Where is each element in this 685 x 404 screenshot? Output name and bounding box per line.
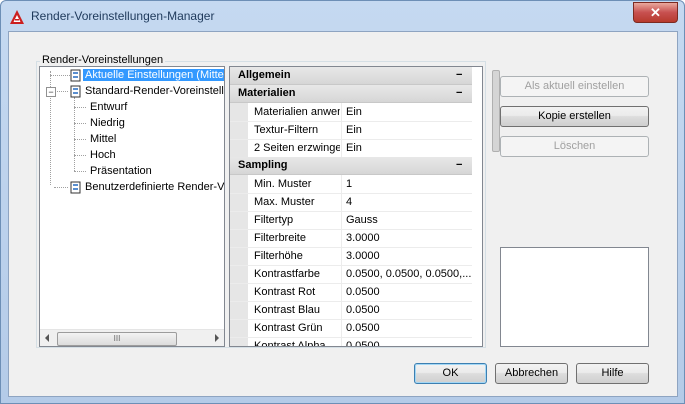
scroll-thumb[interactable]: III: [57, 332, 177, 346]
collapse-icon[interactable]: −: [456, 157, 462, 174]
tree-item-label: Aktuelle Einstellungen (Mittel): [83, 69, 224, 81]
tree-item-draft[interactable]: Entwurf: [88, 99, 129, 115]
title-bar[interactable]: Render-Voreinstellungen-Manager ✕: [1, 1, 684, 31]
dialog-client-area: Render-Voreinstellungen Aktuelle Einstel…: [8, 31, 678, 397]
dialog-window: Render-Voreinstellungen-Manager ✕ Render…: [0, 0, 685, 404]
property-row[interactable]: Kontrast Rot 0.0500: [230, 283, 472, 302]
preset-preview: [500, 247, 649, 347]
tree-connector: [74, 139, 86, 140]
tree-horizontal-scrollbar[interactable]: III: [40, 329, 224, 346]
tree-item-label: Benutzerdefinierte Render-Voreinstellung…: [85, 181, 224, 193]
property-grid[interactable]: Allgemein − Materialien − Materialien an…: [229, 66, 483, 347]
render-preset-icon: [70, 85, 81, 98]
window-title: Render-Voreinstellungen-Manager: [31, 9, 215, 23]
tree-item-standard-presets[interactable]: Standard-Render-Voreinstellungen: [70, 83, 224, 99]
property-row[interactable]: Kontrast Blau 0.0500: [230, 301, 472, 320]
category-sampling[interactable]: Sampling −: [230, 157, 472, 175]
scroll-thumb[interactable]: [492, 70, 500, 152]
tree-item-label: Standard-Render-Voreinstellungen: [85, 85, 224, 97]
property-row[interactable]: Textur-Filtern Ein: [230, 121, 472, 140]
property-row[interactable]: Kontrastfarbe 0.0500, 0.0500, 0.0500,...: [230, 265, 472, 284]
tree-item-presentation[interactable]: Präsentation: [88, 163, 154, 179]
tree-connector: [74, 171, 86, 172]
scroll-left-icon[interactable]: [45, 334, 49, 342]
property-row[interactable]: Filterbreite 3.0000: [230, 229, 472, 248]
close-button[interactable]: ✕: [633, 2, 678, 23]
tree-item-low[interactable]: Niedrig: [88, 115, 127, 131]
tree-item-high[interactable]: Hoch: [88, 147, 118, 163]
property-row[interactable]: Filtertyp Gauss: [230, 211, 472, 230]
tree-expander-minus[interactable]: −: [46, 87, 56, 97]
category-materials[interactable]: Materialien −: [230, 85, 472, 103]
presets-group-label: Render-Voreinstellungen: [40, 54, 166, 66]
tree-connector: [54, 187, 68, 188]
close-icon: ✕: [650, 5, 661, 20]
tree-connector: [74, 123, 86, 124]
create-copy-button[interactable]: Kopie erstellen: [500, 106, 649, 127]
tree-connector: [54, 91, 68, 92]
tree-item-custom-presets[interactable]: Benutzerdefinierte Render-Voreinstellung…: [70, 179, 224, 195]
property-row[interactable]: Max. Muster 4: [230, 193, 472, 212]
render-preset-icon: [70, 181, 81, 194]
ok-button[interactable]: OK: [414, 363, 487, 384]
collapse-icon[interactable]: −: [456, 67, 462, 84]
property-row[interactable]: Kontrast Grün 0.0500: [230, 319, 472, 338]
tree-connector: [74, 97, 75, 171]
tree-connector: [74, 155, 86, 156]
scroll-right-icon[interactable]: [215, 334, 219, 342]
tree-connector: [74, 107, 86, 108]
property-row[interactable]: Min. Muster 1: [230, 175, 472, 194]
set-current-button[interactable]: Als aktuell einstellen: [500, 76, 649, 97]
cancel-button[interactable]: Abbrechen: [495, 363, 568, 384]
tree-item-current-settings[interactable]: Aktuelle Einstellungen (Mittel): [70, 67, 224, 83]
property-row[interactable]: Filterhöhe 3.0000: [230, 247, 472, 266]
category-general[interactable]: Allgemein −: [230, 67, 472, 85]
help-button[interactable]: Hilfe: [576, 363, 649, 384]
preset-tree[interactable]: Aktuelle Einstellungen (Mittel) − Standa…: [39, 66, 225, 347]
property-row[interactable]: Kontrast Alpha 0.0500: [230, 337, 472, 346]
delete-button[interactable]: Löschen: [500, 136, 649, 157]
render-preset-icon: [70, 69, 81, 82]
property-row[interactable]: 2 Seiten erzwingen Ein: [230, 139, 472, 158]
property-row[interactable]: Materialien anwenden Ein: [230, 103, 472, 122]
tree-connector: [50, 75, 72, 76]
collapse-icon[interactable]: −: [456, 85, 462, 102]
grid-vertical-scrollbar[interactable]: [492, 70, 500, 152]
tree-item-medium[interactable]: Mittel: [88, 131, 118, 147]
autocad-app-icon: [10, 10, 24, 24]
